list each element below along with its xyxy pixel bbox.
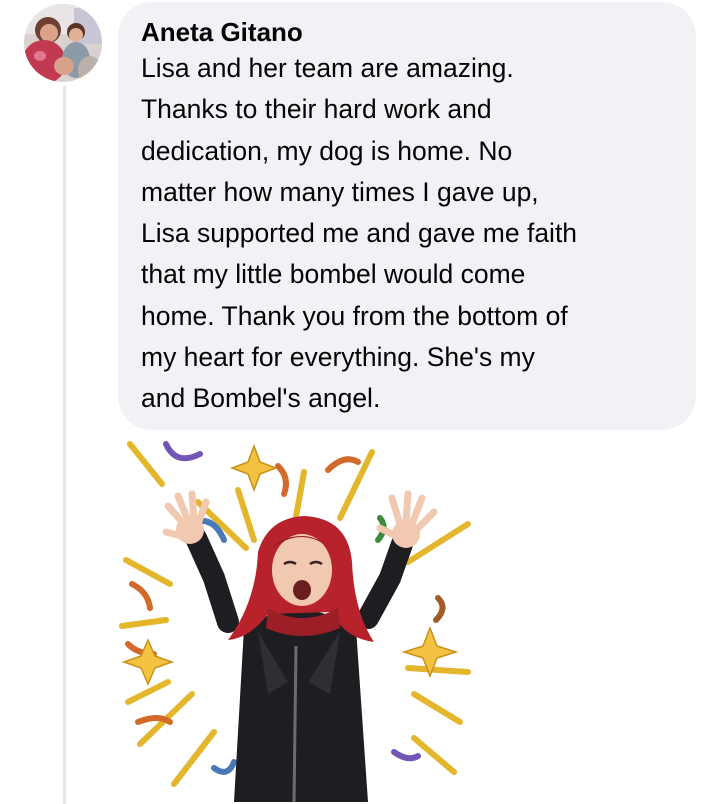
celebration-sticker[interactable] <box>118 432 478 802</box>
celebrating-avatar-sticker-icon <box>119 441 471 802</box>
profile-avatar[interactable] <box>24 4 102 82</box>
comment-bubble: Aneta Gitano Lisa and her team are amazi… <box>118 2 696 430</box>
profile-photo-icon <box>24 4 102 82</box>
thread-connector-line <box>63 86 66 804</box>
comment-author-name[interactable]: Aneta Gitano <box>141 16 674 48</box>
comment-body-text: Lisa and her team are amazing. Thanks to… <box>141 53 578 414</box>
